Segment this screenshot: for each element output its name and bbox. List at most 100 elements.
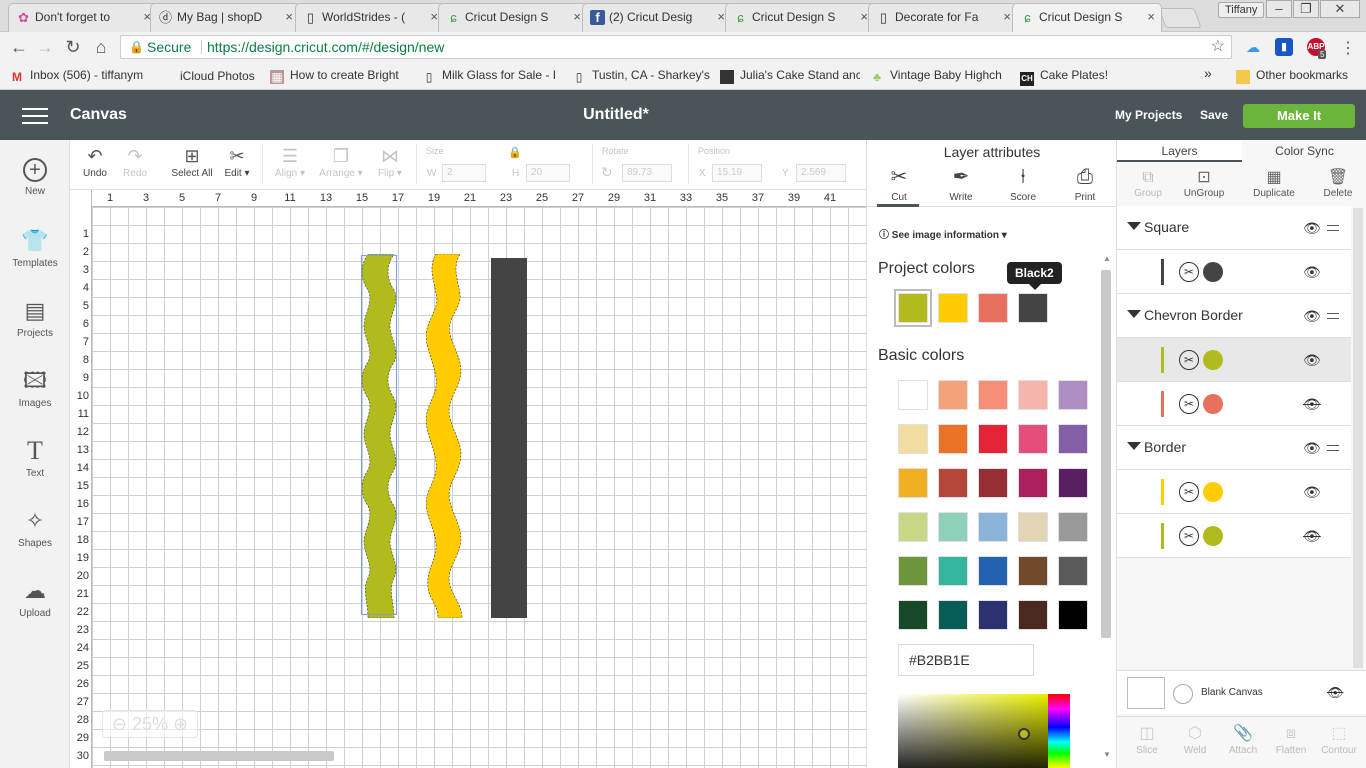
nav-projects[interactable]: ▤ Projects: [0, 298, 70, 339]
wavy-border-yellow-shape[interactable]: [426, 254, 466, 618]
basic-color-swatch[interactable]: [1018, 424, 1048, 454]
restore-icon[interactable]: ❐: [1293, 0, 1319, 18]
eye-icon[interactable]: 👁: [1303, 220, 1321, 237]
flip-menu-button[interactable]: ⋈ Flip ▾: [372, 144, 408, 179]
linetype-print[interactable]: ⎙ Print: [1060, 164, 1110, 203]
undo-button[interactable]: ↶ Undo: [82, 144, 108, 179]
collapse-arrow-icon[interactable]: [1127, 442, 1141, 450]
new-tab-button[interactable]: [1158, 8, 1202, 28]
design-canvas[interactable]: 1 3 5 7 9 11 13 15 17 19 21 23 25 27 29 31 33 35 37 39 41 12…: [70, 190, 866, 768]
layer-color-dot[interactable]: [1203, 262, 1223, 282]
menu-kebab-icon[interactable]: ⋮: [1340, 38, 1356, 58]
weld-button[interactable]: ⬡ Weld: [1171, 723, 1219, 756]
my-projects-button[interactable]: My Projects: [1115, 108, 1182, 122]
hex-color-input[interactable]: #B2BB1E: [898, 644, 1034, 676]
bookmark-item[interactable]: ▦ How to create Bright: [270, 68, 408, 84]
attributes-scrollbar[interactable]: [1101, 270, 1111, 638]
basic-color-swatch[interactable]: [1058, 600, 1088, 630]
bookmark-item[interactable]: ♣ Vintage Baby Highch: [870, 68, 1010, 84]
basic-color-swatch[interactable]: [978, 424, 1008, 454]
zoom-out-icon[interactable]: ⊖: [112, 714, 127, 734]
browser-tab[interactable]: ▯ Decorate for Fa ×: [868, 3, 1018, 32]
basic-color-swatch[interactable]: [978, 380, 1008, 410]
delete-button[interactable]: 🗑 Delete: [1307, 168, 1366, 199]
close-icon[interactable]: ×: [1147, 4, 1155, 30]
ungroup-button[interactable]: ⊡ UnGroup: [1173, 168, 1235, 199]
project-color-swatch[interactable]: [978, 293, 1008, 323]
bookmark-item[interactable]: CH Cake Plates!: [1020, 68, 1130, 86]
browser-tab[interactable]: ɕ Cricut Design S ×: [438, 3, 588, 32]
linetype-write[interactable]: ✒ Write: [936, 164, 986, 203]
browser-tab[interactable]: ⓓ My Bag | shopD ×: [150, 3, 300, 32]
browser-tab[interactable]: f (2) Cricut Desig ×: [582, 3, 732, 32]
close-icon[interactable]: ×: [717, 4, 725, 30]
basic-color-swatch[interactable]: [1058, 380, 1088, 410]
blank-canvas-layer[interactable]: Blank Canvas 👁: [1117, 670, 1366, 714]
basic-color-swatch[interactable]: [938, 556, 968, 586]
reload-icon[interactable]: ↻: [62, 36, 84, 58]
scroll-down-icon[interactable]: ▼: [1103, 750, 1111, 759]
attach-button[interactable]: 📎 Attach: [1219, 723, 1267, 756]
y-position-input[interactable]: 2.569: [796, 164, 846, 182]
browser-tab-active[interactable]: ɕ Cricut Design S ×: [1012, 3, 1162, 32]
browser-tab[interactable]: ▯ WorldStrides - (×: [295, 3, 445, 32]
basic-color-swatch[interactable]: [938, 512, 968, 542]
make-it-button[interactable]: Make It: [1243, 104, 1355, 128]
layer-item-border-green[interactable]: ✂ 👁: [1117, 514, 1351, 558]
close-icon[interactable]: ×: [573, 4, 581, 30]
zoom-in-icon[interactable]: ⊕: [173, 714, 188, 734]
layer-group-border[interactable]: Border 👁: [1117, 426, 1351, 470]
save-button[interactable]: Save: [1200, 108, 1228, 122]
align-menu-button[interactable]: ☰ Align ▾: [270, 144, 310, 179]
basic-color-swatch[interactable]: [938, 600, 968, 630]
redo-button[interactable]: ↷ Redo: [120, 144, 150, 179]
nav-upload[interactable]: ☁ Upload: [0, 578, 70, 619]
cloud-icon[interactable]: ☁: [1244, 38, 1262, 56]
layer-group-chevron-border[interactable]: Chevron Border 👁: [1117, 294, 1351, 338]
eye-icon[interactable]: 👁: [1303, 484, 1321, 501]
x-position-input[interactable]: 15.19: [712, 164, 762, 182]
zoom-control[interactable]: ⊖ 25% ⊕: [102, 710, 198, 738]
image-info-toggle[interactable]: ⓘ See image information ▾: [879, 226, 1007, 241]
group-button[interactable]: ⧉ Group: [1117, 168, 1179, 199]
basic-color-swatch[interactable]: [1058, 424, 1088, 454]
eye-icon[interactable]: 👁: [1303, 264, 1321, 281]
scroll-up-icon[interactable]: ▲: [1103, 254, 1111, 263]
layer-color-dot[interactable]: [1203, 482, 1223, 502]
layers-scrollbar[interactable]: [1353, 208, 1363, 668]
layer-color-dot[interactable]: [1203, 394, 1223, 414]
close-window-icon[interactable]: ✕: [1320, 0, 1360, 18]
layer-color-dot[interactable]: [1203, 350, 1223, 370]
other-bookmarks-folder[interactable]: ▬ Other bookmarks: [1236, 68, 1348, 84]
bookmark-item[interactable]: iCloud Photos: [160, 68, 262, 83]
project-color-swatch[interactable]: [1018, 293, 1048, 323]
basic-color-swatch[interactable]: [898, 468, 928, 498]
collapse-arrow-icon[interactable]: [1127, 310, 1141, 318]
project-color-swatch[interactable]: [894, 289, 932, 327]
basic-color-swatch[interactable]: [938, 468, 968, 498]
close-icon[interactable]: ×: [1003, 4, 1011, 30]
duplicate-button[interactable]: ▦ Duplicate: [1243, 168, 1305, 199]
bookmark-star-icon[interactable]: ☆: [1211, 36, 1225, 58]
back-icon[interactable]: ←: [8, 36, 30, 58]
basic-color-swatch[interactable]: [978, 556, 1008, 586]
home-icon[interactable]: ⌂: [90, 36, 112, 58]
blank-canvas-color[interactable]: [1173, 684, 1193, 704]
drag-handle-icon[interactable]: [1327, 225, 1339, 231]
browser-tab[interactable]: ɕ Cricut Design S ×: [725, 3, 875, 32]
bookmark-item[interactable]: ■ Julia's Cake Stand anc: [720, 68, 860, 84]
horizontal-scrollbar[interactable]: [104, 751, 334, 761]
basic-color-swatch[interactable]: [978, 468, 1008, 498]
layer-item-border-yellow[interactable]: ✂ 👁: [1117, 470, 1351, 514]
rotate-input[interactable]: 89.73: [622, 164, 672, 182]
basic-color-swatch[interactable]: [1018, 468, 1048, 498]
profile-button[interactable]: Tiffany: [1218, 2, 1265, 18]
contour-button[interactable]: ⬚ Contour: [1315, 723, 1363, 756]
layer-item-chevron-green[interactable]: ✂ 👁: [1117, 338, 1351, 382]
square-dark-shape[interactable]: [491, 258, 527, 618]
layer-item-square[interactable]: ✂ 👁: [1117, 250, 1351, 294]
linetype-score[interactable]: ⍿ Score: [998, 164, 1048, 203]
bookmark-ext-icon[interactable]: ▮: [1275, 38, 1293, 56]
basic-color-swatch[interactable]: [898, 600, 928, 630]
color-picker-area[interactable]: [898, 694, 1048, 768]
